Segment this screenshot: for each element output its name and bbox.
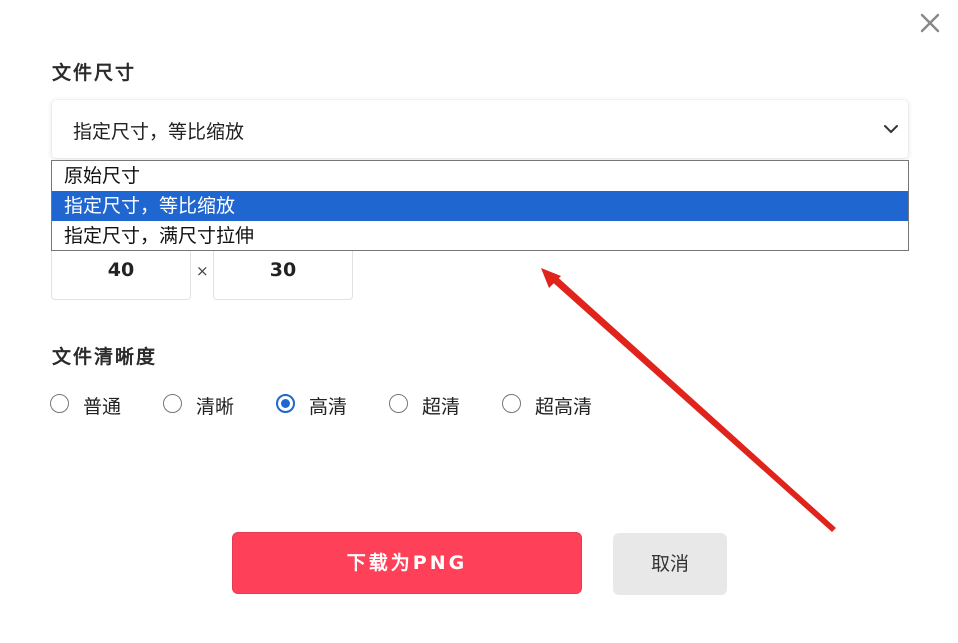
radio-circle (502, 394, 521, 413)
radio-label: 普通 (83, 396, 122, 418)
radio-normal[interactable]: 普通 (50, 392, 140, 418)
radio-label: 超高清 (535, 396, 593, 418)
radio-label: 超清 (422, 396, 461, 418)
dropdown-option-original[interactable]: 原始尺寸 (52, 161, 908, 191)
close-button[interactable] (916, 9, 944, 37)
select-current-value: 指定尺寸，等比缩放 (73, 121, 245, 143)
radio-label: 高清 (309, 396, 348, 418)
size-separator: × (196, 262, 209, 280)
download-png-button[interactable]: 下载为PNG (232, 532, 582, 594)
file-size-title: 文件尺寸 (52, 62, 137, 84)
file-size-dropdown: 原始尺寸 指定尺寸，等比缩放 指定尺寸，满尺寸拉伸 (51, 160, 909, 251)
radio-super-hd[interactable]: 超高清 (502, 392, 612, 418)
clarity-title: 文件清晰度 (52, 346, 158, 368)
radio-ultra[interactable]: 超清 (389, 392, 479, 418)
radio-label: 清晰 (196, 396, 235, 418)
dropdown-option-stretch[interactable]: 指定尺寸，满尺寸拉伸 (52, 221, 908, 251)
close-icon (920, 13, 940, 33)
cancel-button[interactable]: 取消 (613, 533, 727, 595)
download-dialog: 文件尺寸 指定尺寸，等比缩放 40 × 30 原始尺寸 指定尺寸，等比缩放 指定… (0, 0, 958, 643)
radio-circle (50, 394, 69, 413)
radio-hd[interactable]: 高清 (276, 392, 366, 418)
radio-circle (163, 394, 182, 413)
radio-clear[interactable]: 清晰 (163, 392, 253, 418)
radio-circle (389, 394, 408, 413)
chevron-down-icon (884, 125, 898, 133)
radio-circle-checked (276, 394, 295, 413)
file-size-select[interactable]: 指定尺寸，等比缩放 (52, 100, 908, 158)
dropdown-option-proportional[interactable]: 指定尺寸，等比缩放 (52, 191, 908, 221)
